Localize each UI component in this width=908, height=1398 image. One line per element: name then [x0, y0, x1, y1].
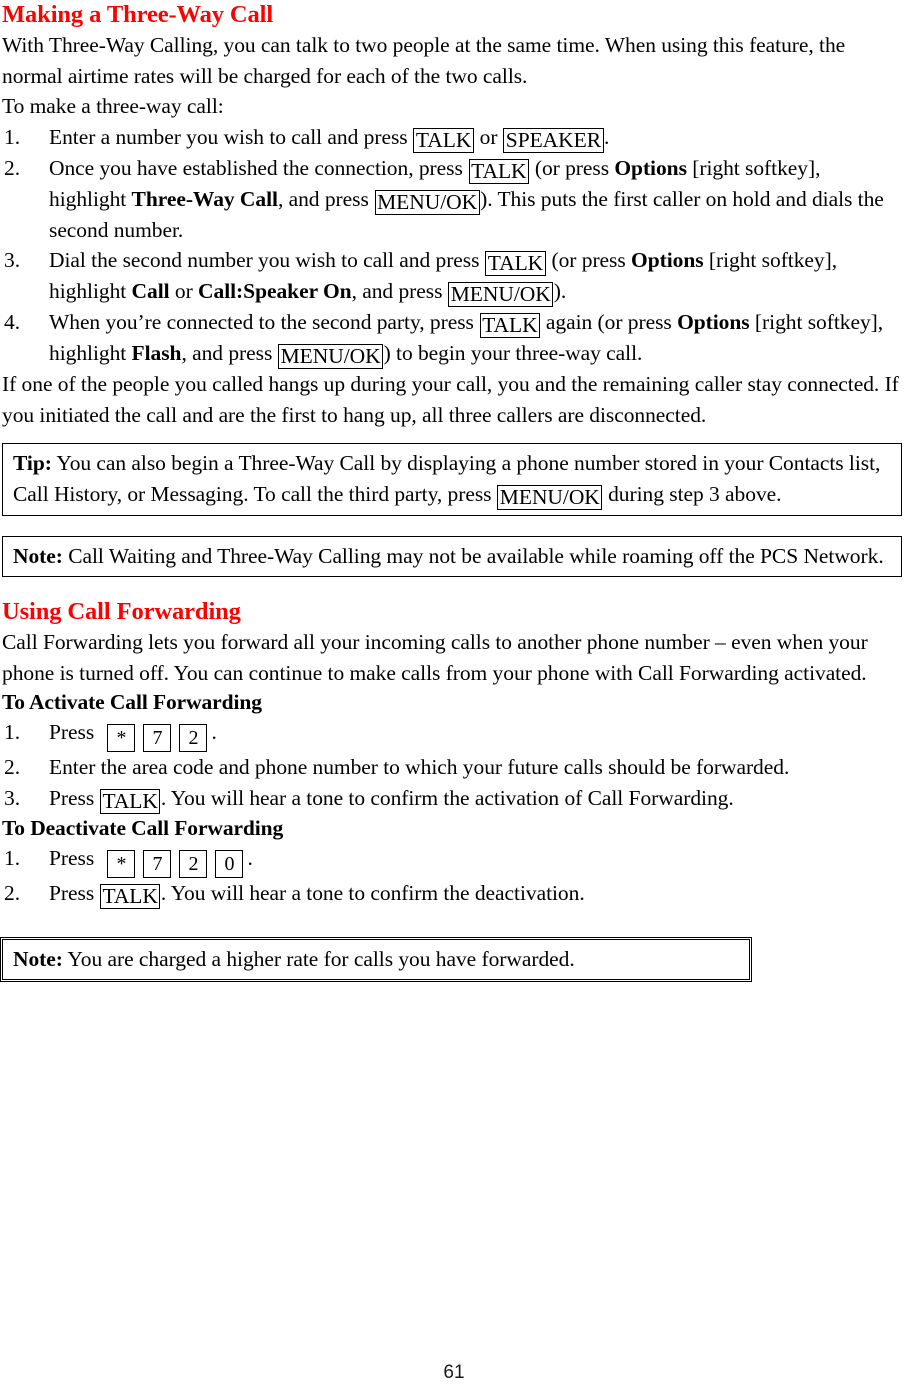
- step-number: 2.: [4, 880, 21, 905]
- step-text: Enter a number you wish to call and pres…: [49, 124, 413, 149]
- list-item: 1. Press * 7 2 0.: [2, 843, 902, 878]
- step-text: Enter the area code and phone number to …: [49, 755, 790, 779]
- three-way-intro-paragraph: With Three-Way Calling, you can talk to …: [2, 33, 846, 88]
- step-number: 1.: [4, 124, 21, 149]
- list-item: 1. Press * 7 2.: [2, 717, 902, 752]
- step-number: 3.: [4, 785, 21, 810]
- keypad-0[interactable]: 0: [215, 849, 244, 878]
- step-text: .: [247, 845, 253, 870]
- step-number: 3.: [4, 248, 21, 272]
- step-text: ) to begin your three-way call.: [383, 341, 643, 365]
- step-text: Press: [49, 720, 100, 744]
- step-text: . You will hear a tone to confirm the ac…: [160, 785, 734, 810]
- list-item: 2. Enter the area code and phone number t…: [2, 752, 902, 783]
- tip-callout-box: Tip: You can also begin a Three-Way Call…: [2, 443, 902, 516]
- note-callout-box-higher-rate: Note: You are charged a higher rate for …: [0, 936, 753, 983]
- section-heading-call-forwarding: Using Call Forwarding: [2, 598, 241, 625]
- key-talk[interactable]: TALK: [479, 313, 541, 338]
- key-menu-ok[interactable]: MENU/OK: [448, 282, 554, 307]
- softkey-options-label: Options: [677, 310, 750, 334]
- subheading-activate-call-forwarding: To Activate Call Forwarding: [2, 690, 262, 714]
- step-text: When you’re connected to the second part…: [49, 310, 480, 334]
- menu-item-three-way-call: Three-Way Call: [131, 186, 278, 211]
- step-number: 2.: [4, 755, 21, 779]
- page-number: 61: [443, 1362, 465, 1383]
- key-menu-ok[interactable]: MENU/OK: [497, 484, 603, 510]
- step-number: 1.: [4, 720, 21, 744]
- call-forwarding-intro-paragraph: Call Forwarding lets you forward all you…: [2, 630, 868, 685]
- step-text: again (or press: [540, 310, 678, 334]
- step-text: Once you have established the connection…: [49, 155, 469, 180]
- note-callout-box-roaming: Note: Call Waiting and Three-Way Calling…: [2, 535, 902, 577]
- step-text: , and press: [277, 186, 375, 211]
- step-text: Press: [49, 785, 100, 810]
- list-item: 2. Once you have established the connecti…: [2, 153, 902, 246]
- key-talk[interactable]: TALK: [468, 158, 530, 184]
- key-menu-ok[interactable]: MENU/OK: [374, 189, 480, 215]
- section-heading-three-way-call: Making a Three-Way Call: [2, 1, 274, 28]
- key-talk[interactable]: TALK: [485, 251, 546, 276]
- step-text: , and press: [351, 279, 448, 303]
- menu-item-call: Call: [131, 279, 170, 303]
- step-text: ).: [553, 279, 567, 303]
- step-number: 2.: [4, 155, 21, 180]
- step-text: or: [169, 279, 199, 303]
- note-label: Note:: [13, 946, 63, 971]
- keypad-7[interactable]: 7: [143, 724, 172, 752]
- deactivate-steps-list: 1. Press * 7 2 0. 2. Press TALK. You will hea…: [2, 843, 902, 909]
- step-number: 4.: [4, 310, 21, 334]
- document-page: Making a Three-Way Call With Three-Way C…: [0, 0, 908, 1398]
- step-text: Dial the second number you wish to call …: [49, 248, 485, 272]
- step-text: Press: [49, 845, 100, 870]
- softkey-options-label: Options: [631, 248, 704, 272]
- tip-text: during step 3 above.: [602, 481, 782, 506]
- key-talk[interactable]: TALK: [99, 788, 161, 814]
- tip-label: Tip:: [13, 451, 52, 475]
- step-text: .: [211, 720, 217, 744]
- list-item: 2. Press TALK. You will hear a tone to co…: [2, 878, 902, 909]
- list-item: 4. When you’re connected to the second pa…: [2, 307, 902, 369]
- key-speaker[interactable]: SPEAKER: [503, 127, 604, 153]
- step-text: , and press: [181, 341, 278, 365]
- note-label: Note:: [13, 543, 63, 568]
- softkey-options-label: Options: [614, 155, 687, 180]
- keypad-2[interactable]: 2: [179, 724, 208, 752]
- key-talk[interactable]: TALK: [413, 127, 474, 153]
- list-item: 3. Press TALK. You will hear a tone to co…: [2, 783, 902, 814]
- note-text: You are charged a higher rate for calls …: [62, 946, 575, 971]
- menu-item-flash: Flash: [131, 341, 182, 365]
- note-text: Call Waiting and Three-Way Calling may n…: [62, 543, 884, 568]
- menu-item-call-speaker-on: Call:Speaker On: [198, 279, 352, 303]
- step-text: Press: [49, 880, 100, 905]
- step-text: .: [604, 124, 610, 149]
- keypad-star[interactable]: *: [107, 724, 136, 752]
- step-text: (or press: [546, 248, 632, 272]
- keypad-7[interactable]: 7: [143, 849, 172, 878]
- three-way-outro-paragraph: If one of the people you called hangs up…: [2, 372, 899, 427]
- three-way-lead-in: To make a three-way call:: [2, 94, 224, 118]
- subheading-deactivate-call-forwarding: To Deactivate Call Forwarding: [2, 815, 284, 840]
- list-item: 1. Enter a number you wish to call and pr…: [2, 122, 902, 153]
- step-text: (or press: [529, 155, 615, 180]
- key-menu-ok[interactable]: MENU/OK: [278, 344, 384, 369]
- step-number: 1.: [4, 845, 21, 870]
- keypad-star[interactable]: *: [107, 849, 136, 878]
- keypad-2[interactable]: 2: [179, 849, 208, 878]
- step-text: . You will hear a tone to confirm the de…: [160, 880, 585, 905]
- key-talk[interactable]: TALK: [99, 883, 161, 909]
- activate-steps-list: 1. Press * 7 2. 2. Enter the area code and p…: [2, 717, 902, 814]
- list-item: 3. Dial the second number you wish to cal…: [2, 245, 902, 307]
- three-way-steps-list: 1. Enter a number you wish to call and pr…: [2, 122, 902, 369]
- step-text: or: [474, 124, 503, 149]
